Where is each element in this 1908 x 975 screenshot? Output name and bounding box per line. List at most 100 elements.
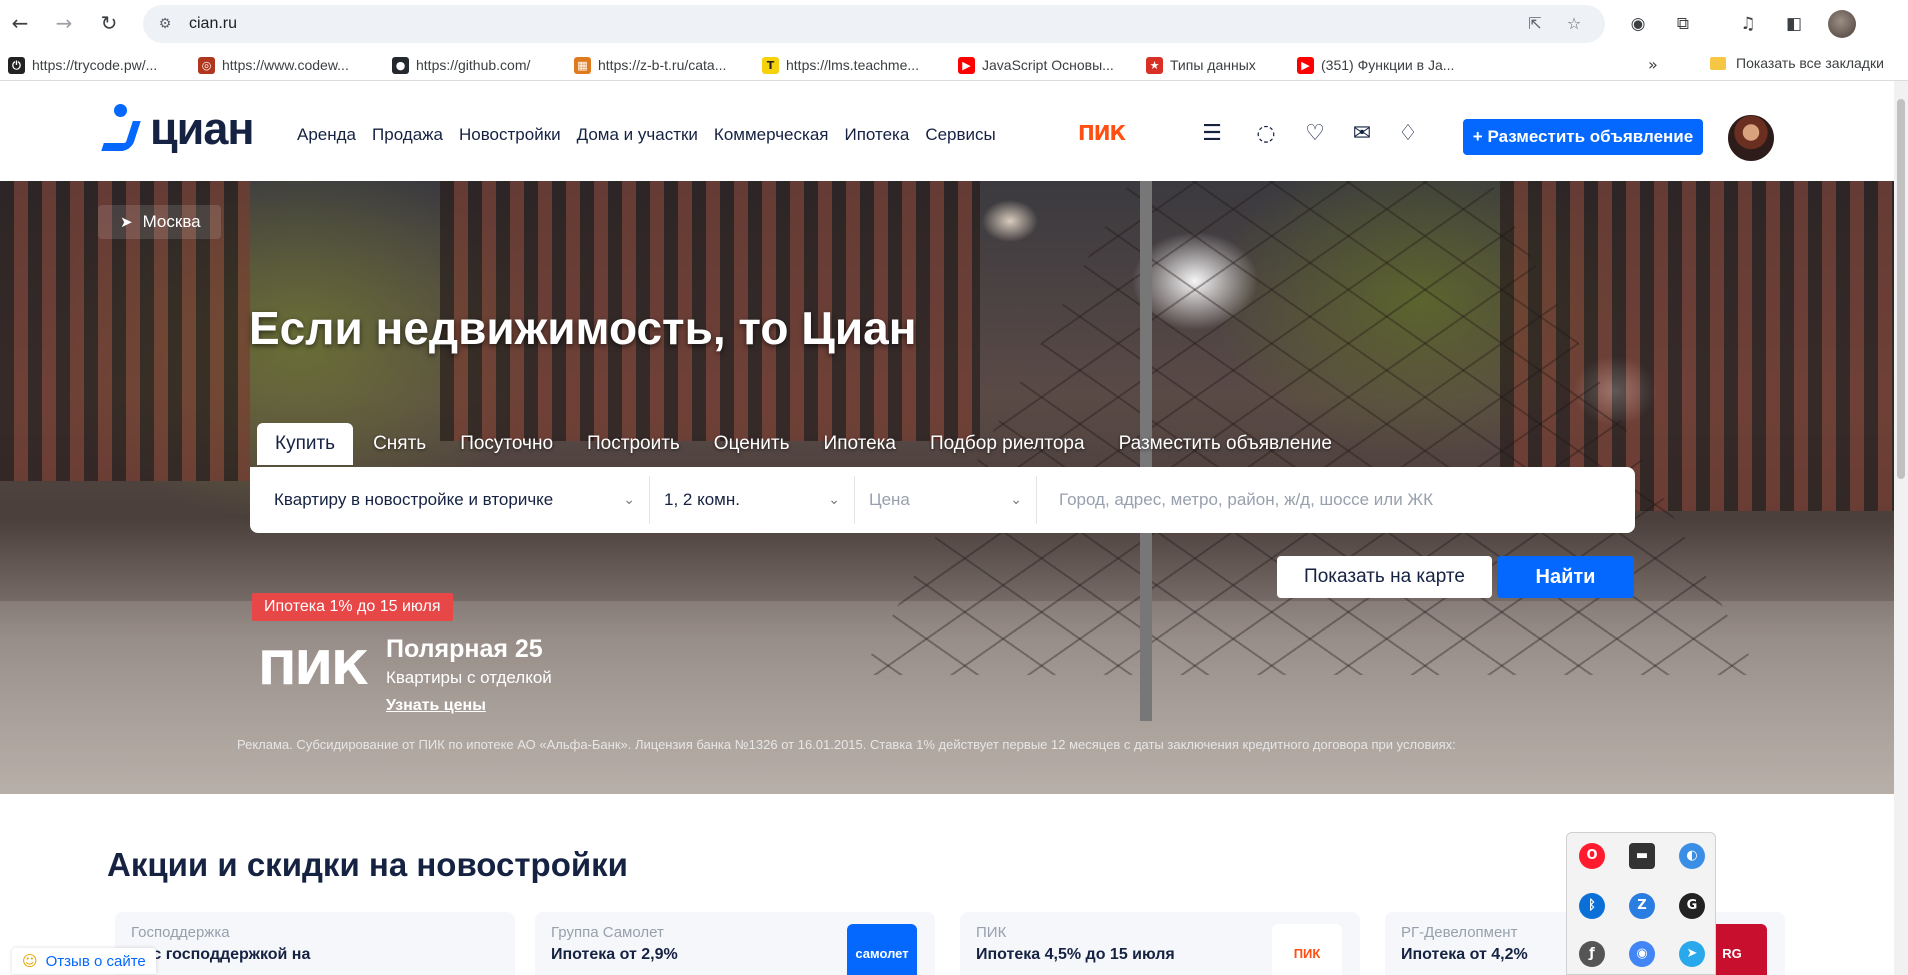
nav-item[interactable]: Продажа bbox=[372, 125, 443, 145]
search-tab[interactable]: Подбор риелтора bbox=[930, 433, 1085, 455]
forward-arrow-icon[interactable]: → bbox=[52, 11, 76, 35]
main-nav: Аренда Продажа Новостройки Дома и участки Ко… bbox=[297, 125, 1012, 145]
notifications-bell-icon[interactable]: ♢ bbox=[1391, 117, 1425, 151]
city-selector[interactable]: ➤ Москва bbox=[98, 205, 221, 239]
bookmark-label: https://lms.teachme... bbox=[786, 57, 920, 73]
nav-item[interactable]: Сервисы bbox=[925, 125, 995, 145]
bookmark-item[interactable]: Thttps://lms.teachme... bbox=[762, 55, 919, 75]
bookmark-item[interactable]: ▦ https://z-b-t.ru/cata... bbox=[574, 55, 726, 75]
bookmark-item[interactable]: ▶ JavaScript Основы... bbox=[958, 55, 1114, 75]
bookmark-item[interactable]: ◎ https://www.codew... bbox=[198, 55, 349, 75]
search-tab[interactable]: Ипотека bbox=[824, 433, 896, 455]
site-feedback-button[interactable]: ☺ Отзыв о сайте bbox=[12, 948, 156, 974]
nav-item[interactable]: Ипотека bbox=[844, 125, 909, 145]
nav-item[interactable]: Аренда bbox=[297, 125, 356, 145]
promo-banner[interactable]: Ипотека 1% до 15 июля ПИК Полярная 25 Кв… bbox=[252, 593, 552, 728]
search-tab[interactable]: Оценить bbox=[714, 433, 790, 455]
scrollbar-thumb[interactable] bbox=[1897, 99, 1905, 479]
geo-search-input[interactable]: Город, адрес, метро, район, ж/д, шоссе и… bbox=[1037, 476, 1635, 524]
search-tab[interactable]: Разместить объявление bbox=[1119, 433, 1332, 455]
compare-list-icon[interactable]: ☰ bbox=[1195, 117, 1229, 151]
rooms-value: 1, 2 комн. bbox=[664, 490, 740, 509]
favorites-heart-icon[interactable]: ♡ bbox=[1298, 117, 1332, 151]
bookmark-label: Типы данных bbox=[1170, 57, 1256, 73]
telegram-icon[interactable]: ➤ bbox=[1679, 941, 1705, 967]
hero-banner: ➤ Москва Если недвижимость, то Циан Купи… bbox=[0, 181, 1908, 794]
search-tabs: Купить Снять Посуточно Построить Оценить Ипот… bbox=[257, 421, 1380, 467]
bookmarks-overflow-button[interactable]: » bbox=[1648, 55, 1658, 74]
promo-card[interactable]: Группа Самолет Ипотека от 2,9% самолет bbox=[535, 912, 935, 975]
power-icon: ⏻ bbox=[8, 56, 25, 74]
site-info-icon[interactable]: ⚙ bbox=[155, 14, 175, 34]
property-type-select[interactable]: Квартиру в новостройке и вторичке ⌄ bbox=[260, 476, 650, 524]
bookmark-star-icon[interactable]: ☆ bbox=[1563, 13, 1585, 35]
extensions-icon[interactable]: ⧉ bbox=[1670, 11, 1696, 37]
reload-icon[interactable]: ↻ bbox=[97, 11, 121, 35]
pik-partner-badge[interactable]: ПИК bbox=[1078, 121, 1126, 145]
nav-item[interactable]: Новостройки bbox=[459, 125, 561, 145]
media-control-icon[interactable]: ♫ bbox=[1735, 11, 1761, 37]
battery-icon[interactable]: ▬ bbox=[1629, 843, 1655, 869]
bookmark-item[interactable]: ⏻ https://trycode.pw/... bbox=[8, 55, 157, 75]
share-icon[interactable]: ⇱ bbox=[1524, 13, 1546, 35]
side-panel-icon[interactable]: ◧ bbox=[1781, 11, 1807, 37]
promo-card[interactable]: ПИК Ипотека 4,5% до 15 июля ПИК bbox=[960, 912, 1360, 975]
bluetooth-icon[interactable]: ᛒ bbox=[1579, 893, 1605, 919]
post-listing-button[interactable]: + Разместить объявление bbox=[1463, 119, 1703, 155]
browser-toolbar: ← → ↻ ⚙ cian.ru ⇱ ☆ ◉ ⧉ ♫ ◧ bbox=[0, 0, 1908, 47]
nav-item[interactable]: Дома и участки bbox=[577, 125, 698, 145]
bookmark-item[interactable]: ● https://github.com/ bbox=[392, 55, 530, 75]
github-icon: ● bbox=[392, 56, 409, 74]
section-title: Акции и скидки на новостройки bbox=[107, 846, 628, 883]
feedback-label: Отзыв о сайте bbox=[45, 952, 146, 970]
grid-icon: ▦ bbox=[574, 56, 591, 74]
figure-icon: ★ bbox=[1146, 56, 1163, 74]
search-tab[interactable]: Снять bbox=[373, 433, 426, 455]
pik-logo: ПИК bbox=[258, 641, 369, 695]
page-scrollbar[interactable] bbox=[1894, 81, 1908, 975]
hero-title: Если недвижимость, то Циан bbox=[249, 302, 917, 354]
network-icon[interactable]: ◐ bbox=[1679, 843, 1705, 869]
codewars-icon: ◎ bbox=[198, 56, 215, 74]
promo-title: Полярная 25 bbox=[386, 635, 543, 663]
nav-item[interactable]: Коммерческая bbox=[714, 125, 829, 145]
chat-icon[interactable]: ◌ bbox=[1249, 117, 1283, 151]
back-arrow-icon[interactable]: ← bbox=[8, 11, 32, 35]
profile-avatar[interactable] bbox=[1828, 10, 1856, 38]
all-bookmarks-button[interactable]: Показать все закладки bbox=[1710, 55, 1884, 71]
chrome-icon[interactable]: ◉ bbox=[1629, 941, 1655, 967]
chevron-down-icon: ⌄ bbox=[828, 492, 840, 508]
youtube-icon: ▶ bbox=[958, 56, 975, 74]
chevron-down-icon: ⌄ bbox=[1010, 492, 1022, 508]
cian-logo[interactable]: циан bbox=[100, 103, 255, 155]
messages-icon[interactable]: ✉ bbox=[1345, 117, 1379, 151]
address-bar[interactable]: ⚙ cian.ru ⇱ ☆ bbox=[143, 5, 1605, 43]
price-placeholder: Цена bbox=[869, 490, 910, 509]
search-tab[interactable]: Посуточно bbox=[460, 433, 553, 455]
promo-badge: Ипотека 1% до 15 июля bbox=[252, 593, 453, 621]
promo-link[interactable]: Узнать цены bbox=[386, 697, 486, 715]
incognito-icon[interactable]: ◉ bbox=[1625, 11, 1651, 37]
price-select[interactable]: Цена ⌄ bbox=[855, 476, 1037, 524]
search-tab[interactable]: Купить bbox=[257, 423, 354, 465]
search-tab[interactable]: Построить bbox=[587, 433, 680, 455]
bookmark-item[interactable]: ▶ (351) Функции в Ja... bbox=[1297, 55, 1454, 75]
all-bookmarks-label: Показать все закладки bbox=[1736, 55, 1884, 71]
zoom-icon[interactable]: Z bbox=[1629, 893, 1655, 919]
teachme-icon: T bbox=[762, 56, 779, 74]
url-text[interactable]: cian.ru bbox=[189, 15, 237, 33]
user-avatar[interactable] bbox=[1726, 113, 1776, 163]
bookmark-label: https://www.codew... bbox=[222, 57, 349, 73]
show-on-map-button[interactable]: Показать на карте bbox=[1277, 556, 1492, 598]
bookmarks-bar: » Показать все закладки ⏻ https://trycode… bbox=[0, 47, 1908, 81]
figma-icon[interactable]: ƒ bbox=[1579, 941, 1605, 967]
opera-icon[interactable]: O bbox=[1579, 843, 1605, 869]
rooms-select[interactable]: 1, 2 комн. ⌄ bbox=[650, 476, 855, 524]
promo-card-title: Ипотека от 2,9% bbox=[551, 946, 678, 963]
gpu-icon[interactable]: G bbox=[1679, 893, 1705, 919]
cian-logo-icon bbox=[100, 104, 142, 154]
bookmark-item[interactable]: ★ Типы данных bbox=[1146, 55, 1256, 75]
promo-card[interactable]: Господдержка ка с господдержкой на bbox=[115, 912, 515, 975]
find-button[interactable]: Найти bbox=[1497, 556, 1634, 598]
bookmark-label: JavaScript Основы... bbox=[982, 57, 1114, 73]
